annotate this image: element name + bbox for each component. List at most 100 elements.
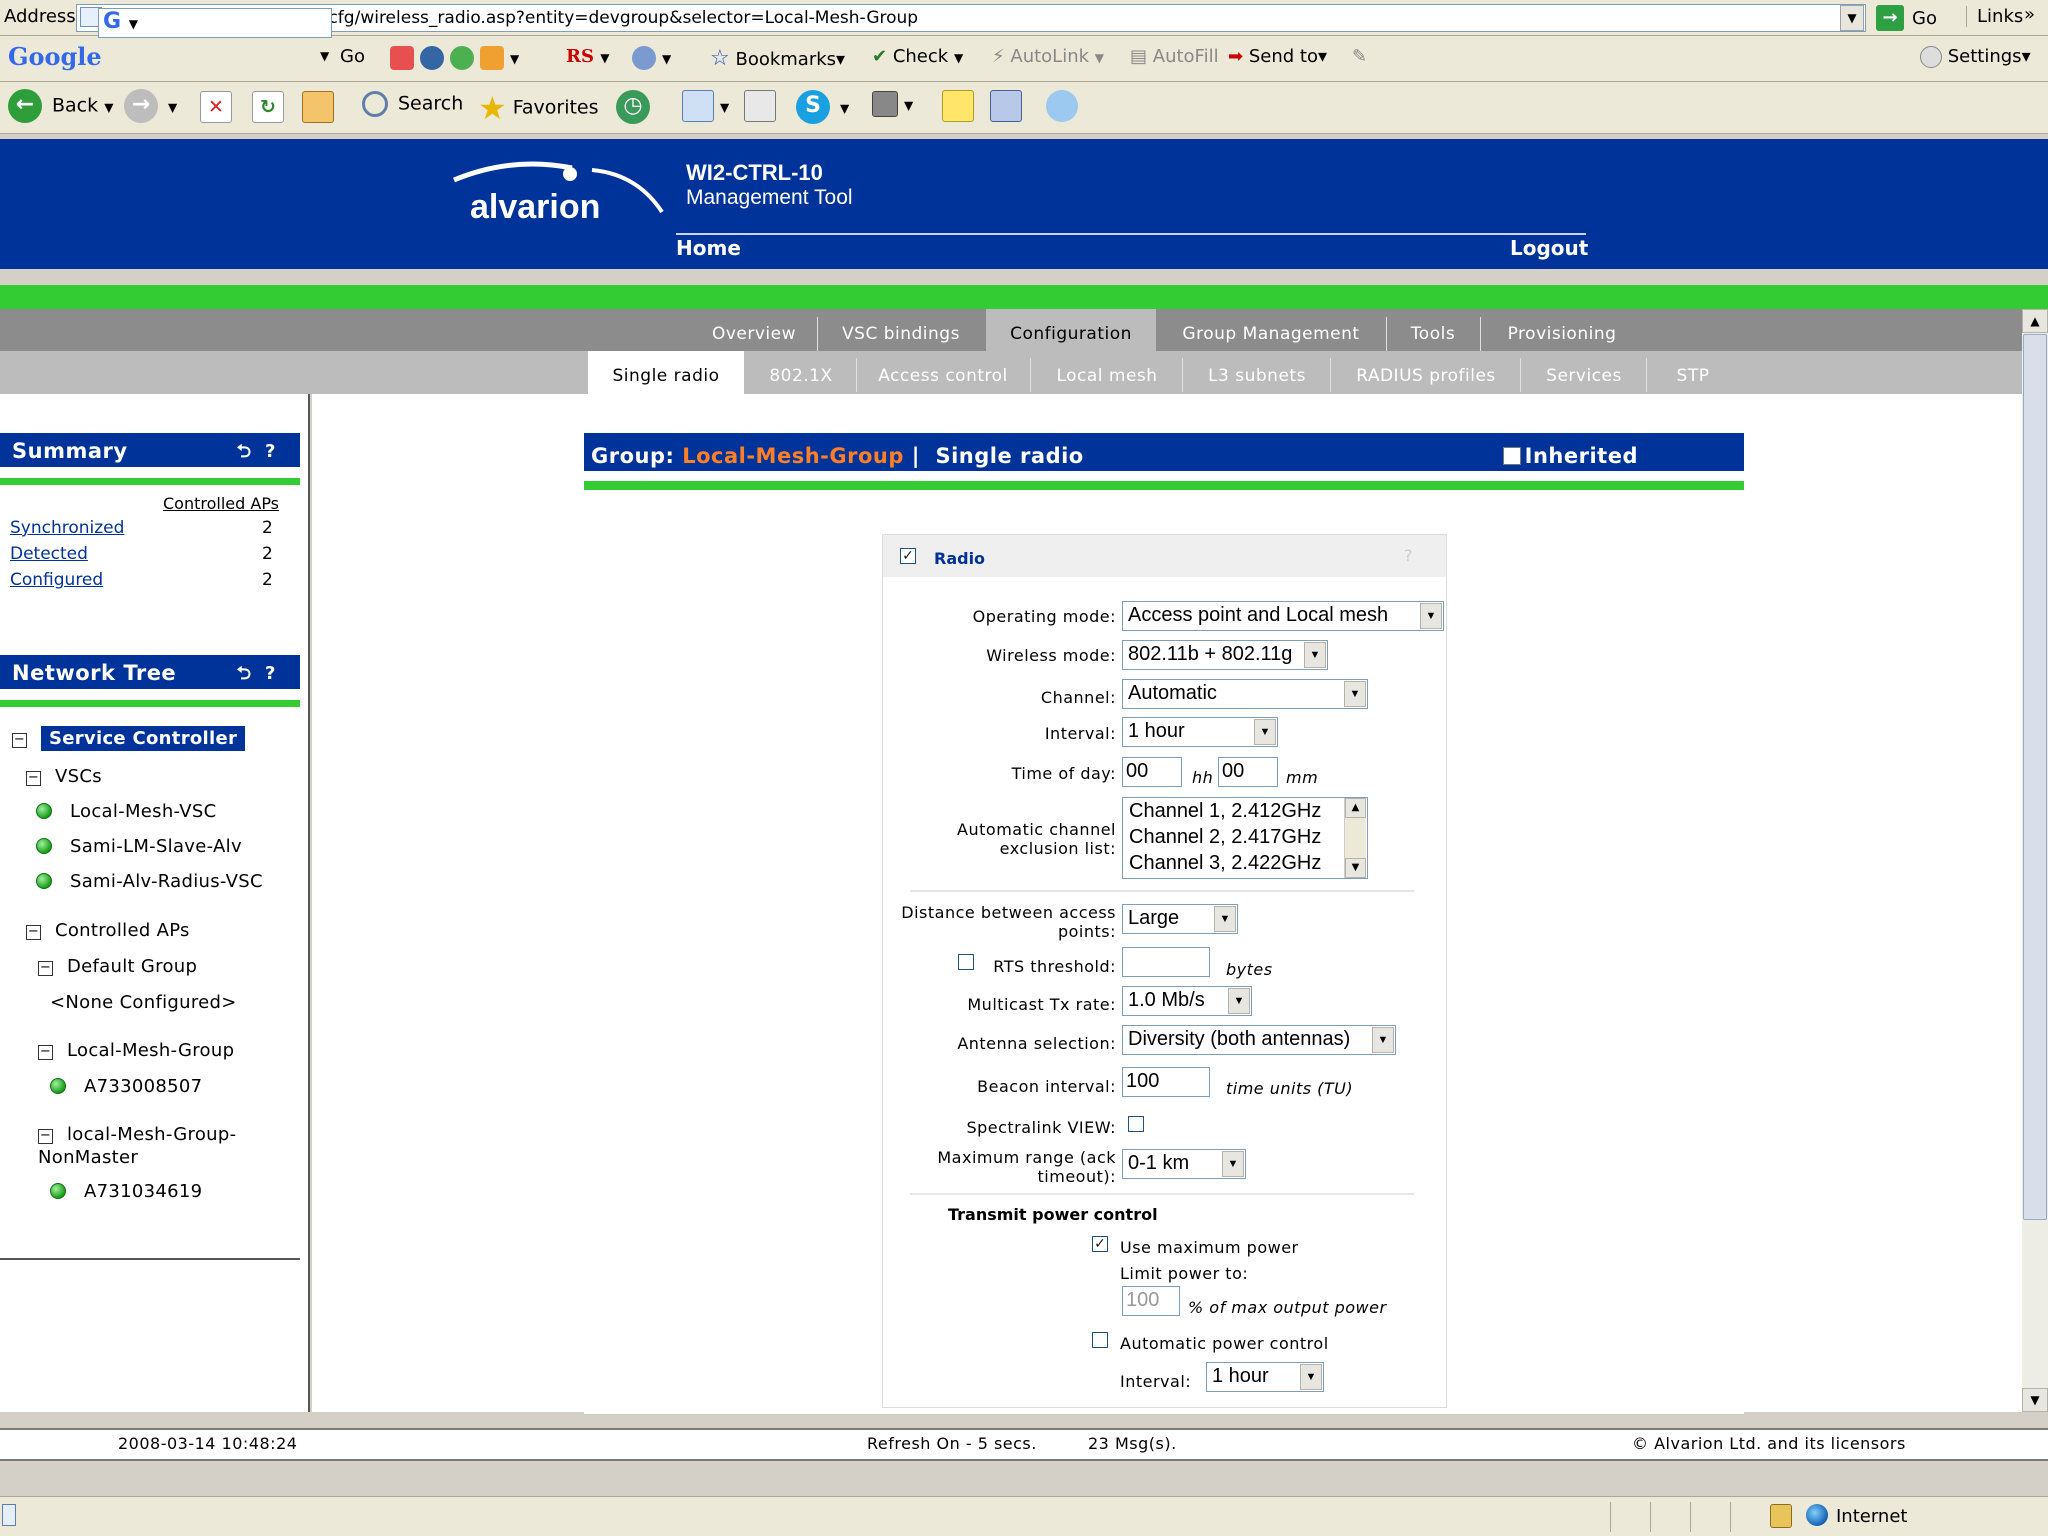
popup-blocker-icon[interactable]	[390, 46, 414, 70]
detected-link[interactable]: Detected	[10, 544, 88, 564]
mail-button[interactable]: ▼	[682, 90, 729, 122]
back-button[interactable]: ← Back ▼	[8, 89, 113, 123]
refresh-icon[interactable]: ⮌	[237, 663, 252, 684]
google-tool-icons[interactable]: ▼	[390, 46, 519, 70]
chevron-down-icon[interactable]: ▼	[1300, 1364, 1322, 1390]
autolink-button[interactable]: ⚡ AutoLink ▼	[992, 46, 1104, 67]
research-button[interactable]	[990, 90, 1022, 122]
collapse-icon[interactable]: −	[38, 1129, 53, 1144]
beacon-interval-input[interactable]: 100	[1122, 1067, 1210, 1097]
status-zone[interactable]: Internet	[1806, 1504, 1907, 1527]
collapse-icon[interactable]: −	[12, 733, 27, 748]
radio-enable-checkbox[interactable]: ✓	[900, 548, 916, 564]
collapse-icon[interactable]: −	[26, 771, 41, 786]
multicast-select[interactable]: 1.0 Mb/s ▼	[1122, 986, 1252, 1016]
tab-overview[interactable]: Overview	[692, 309, 816, 351]
rts-threshold-input[interactable]	[1122, 947, 1210, 977]
share-button[interactable]: ▼	[632, 46, 671, 70]
collapse-icon[interactable]: −	[38, 1045, 53, 1060]
subtab-single-radio[interactable]: Single radio	[588, 351, 744, 394]
autofill-button[interactable]: ▤ AutoFill	[1130, 46, 1219, 67]
tab-vsc-bindings[interactable]: VSC bindings	[818, 309, 984, 351]
subtab-radius-profiles[interactable]: RADIUS profiles	[1332, 351, 1520, 394]
scroll-up-icon[interactable]: ▲	[2022, 309, 2048, 333]
auto-interval-select[interactable]: 1 hour ▼	[1206, 1362, 1324, 1392]
spell-icon[interactable]	[450, 46, 474, 70]
home-button[interactable]	[302, 91, 334, 123]
favorites-button[interactable]: ★ Favorites	[478, 89, 599, 127]
lock-icon[interactable]	[1770, 1504, 1792, 1528]
page-scrollbar-thumb[interactable]	[2023, 334, 2047, 1220]
tab-tools[interactable]: Tools	[1388, 309, 1478, 351]
radio-help-icon[interactable]: ?	[1404, 546, 1413, 565]
tab-provisioning[interactable]: Provisioning	[1482, 309, 1642, 351]
tree-local-mesh-group-nonmaster[interactable]: − local-Mesh-Group-	[38, 1124, 236, 1145]
nav-home-link[interactable]: Home	[676, 236, 741, 260]
help-icon[interactable]: ?	[265, 441, 276, 462]
subtab-8021x[interactable]: 802.1X	[746, 351, 856, 394]
forward-button[interactable]: → ▼	[124, 89, 177, 123]
tree-local-mesh-group[interactable]: − Local-Mesh-Group	[38, 1040, 234, 1061]
collapse-icon[interactable]: −	[26, 925, 41, 940]
chevron-down-icon[interactable]: ▼	[1304, 642, 1326, 668]
scroll-down-icon[interactable]: ▼	[1345, 858, 1366, 878]
skype-button[interactable]: S ▼	[796, 90, 849, 124]
subtab-l3-subnets[interactable]: L3 subnets	[1184, 351, 1330, 394]
settings-button[interactable]: Settings▾	[1920, 46, 2031, 68]
collapse-icon[interactable]: −	[38, 961, 53, 976]
configured-link[interactable]: Configured	[10, 570, 103, 590]
chevron-down-icon[interactable]: ▼	[1372, 1027, 1394, 1053]
operating-mode-select[interactable]: Access point and Local mesh ▼	[1122, 601, 1444, 631]
chevron-down-icon[interactable]: ▼	[1420, 603, 1442, 629]
channel-select[interactable]: Automatic ▼	[1122, 679, 1368, 709]
tree-vsc-item[interactable]: Sami-LM-Slave-Alv	[36, 836, 242, 857]
list-item[interactable]: Channel 3, 2.422GHz	[1123, 850, 1367, 876]
chevron-down-icon[interactable]: ▼	[1228, 988, 1250, 1014]
spectralink-checkbox[interactable]	[1128, 1116, 1144, 1132]
time-hh-input[interactable]: 00	[1122, 757, 1182, 787]
google-search-input[interactable]: G ▼	[98, 8, 332, 38]
exclusion-list-scrollbar[interactable]: ▲ ▼	[1344, 798, 1366, 878]
inherited-checkbox[interactable]	[1502, 447, 1521, 465]
help-icon[interactable]: ?	[265, 663, 276, 684]
google-go-button[interactable]: Go	[340, 46, 365, 67]
refresh-button[interactable]: ↻	[252, 91, 284, 123]
tree-ap-item[interactable]: A731034619	[50, 1181, 202, 1202]
refresh-icon[interactable]: ⮌	[237, 441, 252, 462]
google-search-dropdown[interactable]: ▼	[320, 49, 329, 63]
service-controller-label[interactable]: Service Controller	[41, 726, 246, 751]
max-range-select[interactable]: 0-1 km ▼	[1122, 1149, 1246, 1179]
tree-vsc-item[interactable]: Local-Mesh-VSC	[36, 801, 217, 822]
rts-checkbox[interactable]	[958, 954, 974, 970]
wireless-mode-select[interactable]: 802.11b + 802.11g ▼	[1122, 640, 1328, 670]
subtab-local-mesh[interactable]: Local mesh	[1032, 351, 1182, 394]
distance-select[interactable]: Large ▼	[1122, 904, 1238, 934]
links-button[interactable]: Links	[1966, 6, 2023, 27]
synchronized-link[interactable]: Synchronized	[10, 518, 124, 538]
inherited-toggle[interactable]: Inherited	[1502, 444, 1638, 468]
list-item[interactable]: Channel 2, 2.417GHz	[1123, 824, 1367, 850]
tree-service-controller[interactable]: − Service Controller	[12, 726, 246, 751]
use-max-power-checkbox[interactable]: ✓	[1092, 1236, 1108, 1252]
chevron-down-icon[interactable]: ▼	[1214, 906, 1236, 932]
bookmarks-button[interactable]: ☆ Bookmarks▾	[710, 46, 845, 71]
antenna-select[interactable]: Diversity (both antennas) ▼	[1122, 1025, 1396, 1055]
links-chevron-icon[interactable]: »	[2024, 4, 2035, 25]
scroll-up-icon[interactable]: ▲	[1345, 798, 1366, 818]
messenger-button[interactable]	[1046, 90, 1078, 122]
check-button[interactable]: ✔ Check ▼	[872, 46, 963, 67]
history-button[interactable]: ◷	[616, 90, 660, 124]
chevron-down-icon[interactable]: ▼	[1344, 681, 1366, 707]
list-item[interactable]: Channel 1, 2.412GHz	[1123, 798, 1367, 824]
notes-button[interactable]	[942, 90, 974, 122]
address-input[interactable]: https://172.16.0.170/centcfg/wireless_ra…	[76, 4, 1866, 32]
chevron-down-icon[interactable]: ▼	[1254, 719, 1276, 745]
stop-button[interactable]: ✕	[200, 91, 232, 123]
nav-logout-link[interactable]: Logout	[1510, 236, 1588, 260]
sendto-button[interactable]: ➡ Send to▾	[1228, 46, 1327, 67]
tree-default-group[interactable]: − Default Group	[38, 956, 197, 977]
subtab-stp[interactable]: STP	[1648, 351, 1738, 394]
tree-vsc-item[interactable]: Sami-Alv-Radius-VSC	[36, 871, 263, 892]
time-mm-input[interactable]: 00	[1218, 757, 1278, 787]
exclusion-list[interactable]: Channel 1, 2.412GHz Channel 2, 2.417GHz …	[1122, 797, 1368, 879]
